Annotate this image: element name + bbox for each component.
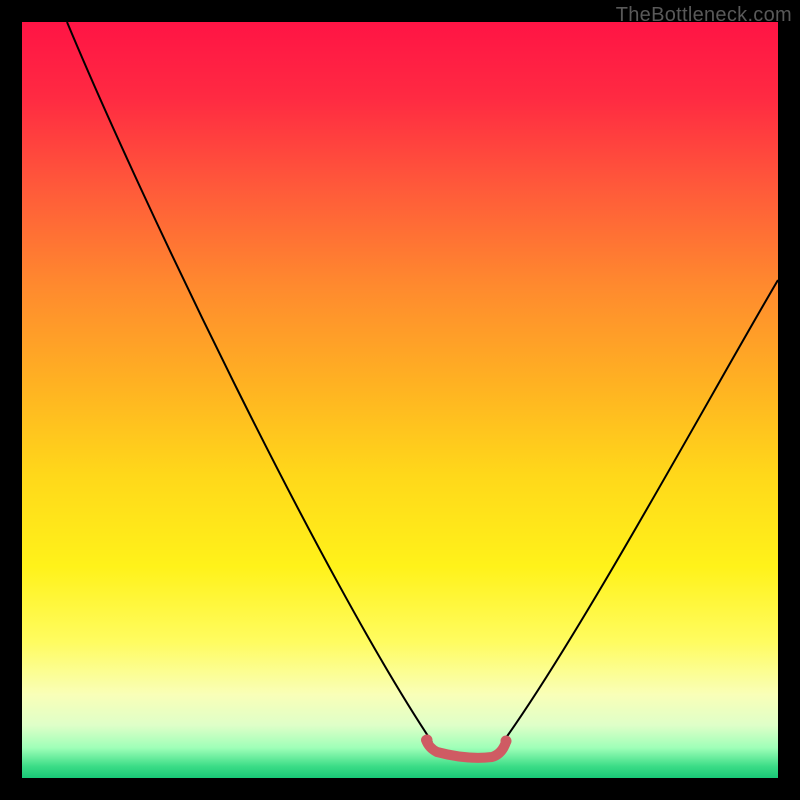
curve-flat-min (426, 740, 506, 758)
trough-endpoint-right (501, 736, 512, 747)
outer-frame: TheBottleneck.com (0, 0, 800, 800)
watermark-text: TheBottleneck.com (616, 4, 792, 27)
trough-endpoint-left (422, 735, 433, 746)
chart-plot-area (22, 22, 778, 778)
bottleneck-curve (22, 22, 778, 778)
curve-left-branch (67, 22, 432, 742)
curve-right-branch (503, 280, 778, 742)
